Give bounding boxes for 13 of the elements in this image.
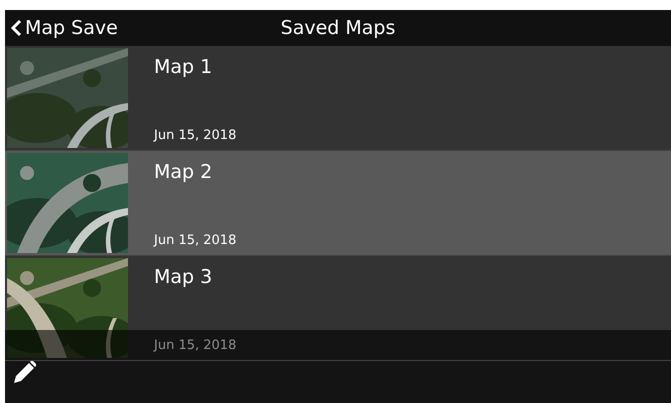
- screen-title: Saved Maps: [280, 17, 396, 39]
- map-name: Map 2: [154, 161, 214, 183]
- map-list-item[interactable]: Map 1 Jun 15, 2018: [5, 46, 671, 151]
- map-date: Jun 15, 2018: [154, 128, 238, 143]
- map-list-item[interactable]: Map 3 Jun 15, 2018: [5, 256, 671, 361]
- back-button[interactable]: Map Save: [5, 10, 118, 46]
- pencil-icon[interactable]: [14, 361, 36, 383]
- map-list-item[interactable]: Map 2 Jun 15, 2018: [5, 151, 671, 256]
- chevron-left-icon: [11, 19, 22, 37]
- map-name: Map 1: [154, 56, 214, 78]
- map-name: Map 3: [154, 266, 214, 288]
- map-date: Jun 15, 2018: [154, 233, 238, 248]
- map-date: Jun 15, 2018: [154, 338, 238, 353]
